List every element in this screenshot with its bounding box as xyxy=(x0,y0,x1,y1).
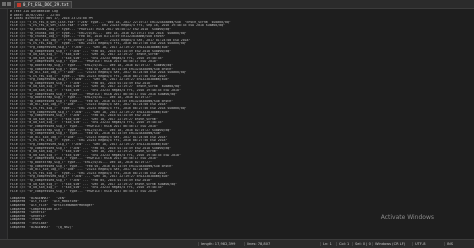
text-line: Compared "BINGENMAT" "(q_nm2)" xyxy=(10,225,74,229)
status-insert-mode: INS xyxy=(444,242,455,246)
status-bar: length: 17,982,399 lines: 78,807 Ln: 1 C… xyxy=(0,239,474,248)
editor-area[interactable]: # Test ZIO Automation Log # Date: 16/07/2… xyxy=(0,9,474,239)
tab-active-file[interactable]: 0_Ft_ESL_DOC_29.txt xyxy=(14,0,72,8)
text-content[interactable]: # Test ZIO Automation Log # Date: 16/07/2… xyxy=(10,10,474,229)
activation-watermark: Activate Windows xyxy=(380,214,434,221)
status-lines: lines: 78,807 xyxy=(244,242,272,246)
status-sel: Sel: 0 | 0 xyxy=(352,242,373,246)
status-eol: Windows (CR LF) xyxy=(372,242,407,246)
new-file-icon[interactable] xyxy=(2,2,6,6)
status-ln: Ln: 1 xyxy=(320,242,334,246)
tab-label: 0_Ft_ESL_DOC_29.txt xyxy=(23,1,69,7)
status-encoding: UTF-8 xyxy=(412,242,427,246)
line-number-gutter xyxy=(0,9,8,239)
status-col: Col: 1 xyxy=(336,242,351,246)
open-file-icon[interactable] xyxy=(7,2,11,6)
status-length: length: 17,982,399 xyxy=(198,242,237,246)
tab-bar: 0_Ft_ESL_DOC_29.txt xyxy=(0,0,474,9)
close-tab-icon[interactable] xyxy=(17,2,21,7)
